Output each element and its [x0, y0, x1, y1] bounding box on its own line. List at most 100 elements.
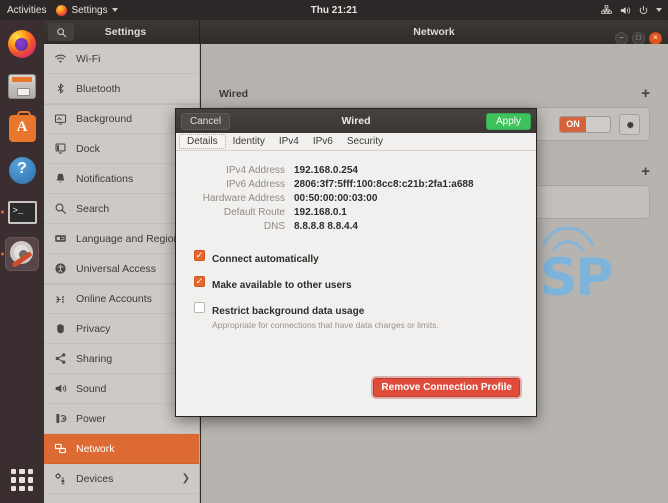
settings-icon: [8, 240, 36, 268]
activities-button[interactable]: Activities: [7, 5, 46, 16]
connection-toggle[interactable]: ON: [559, 116, 611, 133]
sidebar-item-label: Universal Access: [76, 263, 190, 275]
firefox-icon: [8, 30, 36, 58]
privacy-hand-icon: [53, 321, 68, 336]
field-label: DNS: [176, 221, 294, 232]
tab-security[interactable]: Security: [340, 135, 390, 148]
dock-item-firefox[interactable]: [5, 27, 39, 61]
apply-button[interactable]: Apply: [486, 113, 531, 130]
bell-icon: [53, 171, 68, 186]
bluetooth-icon: [53, 81, 68, 96]
option-description: Appropriate for connections that have da…: [212, 320, 439, 330]
dialog-body: IPv4 Address 192.168.0.254 IPv6 Address …: [176, 151, 536, 417]
running-indicator: [1, 211, 4, 214]
option-label: Restrict background data usage: [212, 306, 364, 317]
checkbox[interactable]: [194, 276, 205, 287]
field-value: 00:50:00:00:03:00: [294, 193, 377, 204]
add-connection-button[interactable]: +: [641, 164, 650, 179]
sidebar-item-label: Bluetooth: [76, 83, 190, 95]
dock-item-terminal[interactable]: [5, 195, 39, 229]
chevron-down-icon: [112, 8, 118, 12]
minimize-button[interactable]: −: [615, 32, 628, 45]
cancel-button[interactable]: Cancel: [181, 113, 230, 130]
add-connection-button[interactable]: +: [641, 86, 650, 101]
background-icon: [53, 112, 68, 127]
sidebar-title: Settings: [74, 26, 199, 38]
wifi-icon: [53, 51, 68, 66]
section-header: Wired +: [201, 86, 668, 101]
field-hardware-address: Hardware Address 00:50:00:00:03:00: [176, 193, 536, 204]
sidebar-item-devices[interactable]: Devices ❯: [44, 464, 199, 494]
checkbox[interactable]: [194, 250, 205, 261]
section-title: Wired: [219, 88, 248, 100]
tab-identity[interactable]: Identity: [226, 135, 272, 148]
show-applications-button[interactable]: [11, 469, 33, 491]
power-plug-icon: [53, 411, 68, 426]
wired-connection-dialog: Cancel Wired Apply Details Identity IPv4…: [175, 108, 537, 417]
sharing-icon: [53, 351, 68, 366]
sidebar-item-label: Wi-Fi: [76, 53, 190, 65]
field-value: 192.168.0.1: [294, 207, 347, 218]
sidebar-item-label: Devices: [76, 473, 174, 485]
sidebar-item-network[interactable]: Network: [44, 434, 199, 464]
main-headerbar: Network − □ ×: [200, 26, 668, 38]
sidebar-item-label: Notifications: [76, 173, 190, 185]
sidebar-item-label: Sharing: [76, 353, 190, 365]
terminal-icon: [8, 201, 37, 224]
sidebar-item-label: Background: [76, 113, 190, 125]
field-value: 192.168.0.254: [294, 165, 358, 176]
online-accounts-icon: [53, 292, 68, 307]
close-button[interactable]: ×: [649, 32, 662, 45]
option-make-available-to-other-users[interactable]: Make available to other users: [176, 275, 536, 293]
field-default-route: Default Route 192.168.0.1: [176, 207, 536, 218]
network-icon: [601, 5, 612, 16]
search-icon: [56, 27, 67, 38]
field-ipv4-address: IPv4 Address 192.168.0.254: [176, 165, 536, 176]
dock-item-help[interactable]: [5, 153, 39, 187]
field-label: Default Route: [176, 207, 294, 218]
connection-settings-button[interactable]: [619, 114, 640, 135]
remove-connection-profile-button[interactable]: Remove Connection Profile: [373, 378, 520, 397]
tab-ipv6[interactable]: IPv6: [306, 135, 340, 148]
sidebar-item-label: Privacy: [76, 323, 190, 335]
details-fields: IPv4 Address 192.168.0.254 IPv6 Address …: [176, 151, 536, 232]
sound-icon: [53, 381, 68, 396]
field-dns: DNS 8.8.8.8 8.8.4.4: [176, 221, 536, 232]
top-bar-status-area[interactable]: [601, 0, 662, 20]
option-restrict-background-data-usage[interactable]: Restrict background data usage Appropria…: [176, 301, 536, 330]
dock-item-files[interactable]: [5, 69, 39, 103]
sidebar-item-label: Network: [76, 443, 190, 455]
devices-icon: [53, 471, 68, 486]
sidebar-item-wi-fi[interactable]: Wi-Fi: [44, 44, 199, 74]
window-titlebar: Settings Network − □ ×: [44, 20, 668, 44]
running-indicator: [1, 253, 4, 256]
tab-ipv4[interactable]: IPv4: [272, 135, 306, 148]
sidebar-item-details[interactable]: Details ❯: [44, 494, 199, 503]
option-label: Make available to other users: [212, 280, 352, 291]
field-label: IPv6 Address: [176, 179, 294, 190]
files-icon: [8, 74, 36, 99]
app-menu-button[interactable]: Settings: [56, 5, 117, 16]
dialog-tabs: Details Identity IPv4 IPv6 Security: [176, 133, 536, 151]
checkbox[interactable]: [194, 302, 205, 313]
app-menu-icon: [56, 5, 67, 16]
sidebar-item-bluetooth[interactable]: Bluetooth: [44, 74, 199, 104]
dock-item-ubuntu-software[interactable]: [5, 111, 39, 145]
sidebar-item-label: Search: [76, 203, 190, 215]
search-button[interactable]: [48, 23, 74, 41]
dock-item-settings[interactable]: [5, 237, 39, 271]
search-icon: [53, 201, 68, 216]
language-icon: [53, 231, 68, 246]
volume-icon: [619, 5, 631, 16]
power-icon: [638, 5, 649, 16]
gnome-top-bar: Activities Settings Thu 21:21: [0, 0, 668, 20]
option-connect-automatically[interactable]: Connect automatically: [176, 249, 536, 267]
ubuntu-software-icon: [9, 115, 36, 142]
maximize-button[interactable]: □: [632, 32, 645, 45]
chevron-down-icon[interactable]: [656, 8, 662, 12]
dock-icon: [53, 141, 68, 156]
sidebar-item-label: Power: [76, 413, 190, 425]
tab-details[interactable]: Details: [179, 134, 226, 149]
field-value: 2806:3f7:5fff:100:8cc8:c21b:2fa1:a688: [294, 179, 474, 190]
sidebar-item-label: Sound: [76, 383, 190, 395]
